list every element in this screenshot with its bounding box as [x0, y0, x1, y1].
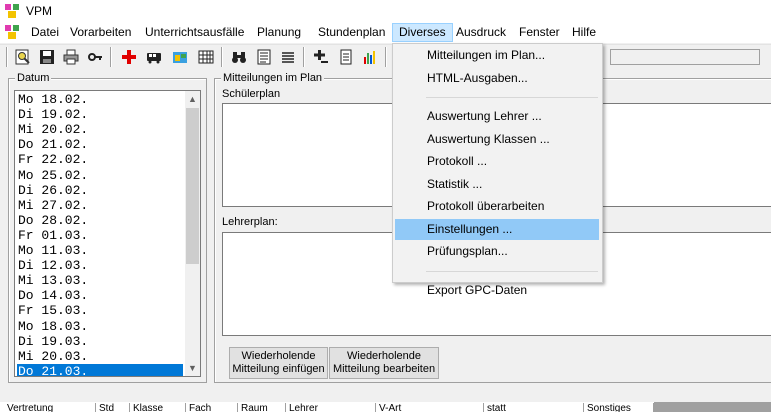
- dropdown-menu-item[interactable]: Export GPC-Daten: [395, 280, 599, 301]
- datum-label: Datum: [15, 71, 52, 85]
- button-line: Wiederholende: [241, 350, 316, 362]
- table-column-header[interactable]: statt: [484, 403, 584, 412]
- add-minus-icon[interactable]: [311, 47, 331, 67]
- menu-planung[interactable]: Planung: [251, 23, 307, 42]
- menu-hilfe[interactable]: Hilfe: [566, 23, 602, 42]
- date-list-item[interactable]: Do 21.02.: [17, 137, 183, 153]
- dropdown-menu-item[interactable]: Mitteilungen im Plan...: [395, 45, 599, 66]
- date-list-item[interactable]: Di 19.03.: [17, 334, 183, 350]
- wiederholende-mitteilung-bearbeiten-button[interactable]: Wiederholende Mitteilung bearbeiten: [329, 347, 439, 379]
- date-list-item[interactable]: Mo 11.03.: [17, 243, 183, 259]
- document-icon[interactable]: [336, 47, 356, 67]
- scroll-down-arrow-icon[interactable]: ▼: [185, 360, 200, 376]
- toolbar-separator: [110, 47, 112, 67]
- menu-vorarbeiten[interactable]: Vorarbeiten: [64, 23, 137, 42]
- date-list-item[interactable]: Di 19.02.: [17, 107, 183, 123]
- table-header-empty-area: [654, 402, 771, 412]
- binoculars-icon[interactable]: [229, 47, 249, 67]
- date-list-item[interactable]: Fr 01.03.: [17, 228, 183, 244]
- print-icon[interactable]: [61, 47, 81, 67]
- scrollbar-thumb[interactable]: [186, 108, 199, 264]
- app-icon: [5, 4, 19, 18]
- table-column-header[interactable]: Std: [96, 403, 130, 412]
- dropdown-menu-item[interactable]: HTML-Ausgaben...: [395, 68, 599, 89]
- date-list-item[interactable]: Mo 18.02.: [17, 92, 183, 108]
- button-line: Mitteilung einfügen: [232, 363, 325, 375]
- chart-icon[interactable]: [360, 47, 380, 67]
- table-column-header[interactable]: V-Art: [376, 403, 484, 412]
- table-column-header[interactable]: Lehrer: [286, 403, 376, 412]
- wiederholende-mitteilung-einfuegen-button[interactable]: Wiederholende Mitteilung einfügen: [229, 347, 328, 379]
- date-list-item[interactable]: Di 12.03.: [17, 258, 183, 274]
- date-list-item[interactable]: Do 14.03.: [17, 288, 183, 304]
- dropdown-menu-item[interactable]: Auswertung Klassen ...: [395, 129, 599, 150]
- date-list-item[interactable]: Mi 13.03.: [17, 273, 183, 289]
- schuelerplan-label: Schülerplan: [222, 88, 281, 100]
- mitteilungen-label: Mitteilungen im Plan: [221, 71, 325, 85]
- bus-icon[interactable]: [144, 47, 164, 67]
- title-bar: [0, 0, 771, 22]
- date-list-item[interactable]: Mi 20.02.: [17, 122, 183, 138]
- date-list-item[interactable]: Di 26.02.: [17, 183, 183, 199]
- search-icon[interactable]: [13, 47, 33, 67]
- table-column-header[interactable]: Vertretung: [4, 403, 96, 412]
- dropdown-menu-item[interactable]: Protokoll ...: [395, 151, 599, 172]
- menu-ausdruck[interactable]: Ausdruck: [450, 23, 512, 42]
- toolbar-separator: [303, 47, 305, 67]
- list-icon[interactable]: [254, 47, 274, 67]
- date-list-item[interactable]: Do 21.03.: [16, 362, 184, 376]
- dropdown-menu-item[interactable]: Protokoll überarbeiten: [395, 196, 599, 217]
- table-column-header[interactable]: Sonstiges: [584, 403, 654, 412]
- menu-unterrichtsausfaelle[interactable]: Unterrichtsausfälle: [139, 23, 250, 42]
- toolbar-separator: [221, 47, 223, 67]
- dropdown-menu-item[interactable]: Prüfungsplan...: [395, 241, 599, 262]
- menu-separator: [426, 97, 598, 98]
- menu-stundenplan[interactable]: Stundenplan: [312, 23, 391, 42]
- table-column-header[interactable]: Klasse: [130, 403, 186, 412]
- add-red-icon[interactable]: [119, 47, 139, 67]
- date-list-item[interactable]: Fr 22.02.: [17, 152, 183, 168]
- menu-fenster[interactable]: Fenster: [513, 23, 566, 42]
- schedule-icon[interactable]: [170, 47, 190, 67]
- grid-icon[interactable]: [196, 47, 216, 67]
- menu-separator: [426, 270, 598, 272]
- date-list-item[interactable]: Mo 25.02.: [17, 168, 183, 184]
- button-line: Mitteilung bearbeiten: [332, 363, 436, 375]
- button-line: Wiederholende: [347, 350, 421, 362]
- date-list-item[interactable]: Mi 20.03.: [17, 349, 183, 365]
- date-list-item[interactable]: Do 28.02.: [17, 213, 183, 229]
- window-title: VPM: [26, 4, 53, 18]
- key-icon[interactable]: [85, 47, 105, 67]
- save-icon[interactable]: [37, 47, 57, 67]
- toolbar-grip: [6, 47, 8, 67]
- dropdown-menu-item[interactable]: Auswertung Lehrer ...: [395, 106, 599, 127]
- dropdown-menu-item[interactable]: Statistik ...: [395, 174, 599, 195]
- toolbar-field[interactable]: [610, 49, 760, 65]
- scroll-up-arrow-icon[interactable]: ▲: [185, 91, 200, 107]
- dropdown-menu-item[interactable]: Einstellungen ...: [395, 218, 599, 240]
- system-menu-icon[interactable]: [4, 24, 20, 40]
- lines-icon[interactable]: [278, 47, 298, 67]
- lehrerplan-label: Lehrerplan:: [222, 216, 278, 228]
- date-list[interactable]: Mo 18.02. Di 19.02. Mi 20.02. Do 21.02. Fr 2…: [14, 90, 201, 377]
- toolbar-separator: [385, 47, 387, 67]
- menu-diverses[interactable]: Diverses: [392, 23, 453, 42]
- date-list-item[interactable]: Mi 27.02.: [17, 198, 183, 214]
- date-list-item[interactable]: Mo 18.03.: [17, 319, 183, 335]
- table-column-header[interactable]: Raum: [238, 403, 286, 412]
- date-list-item[interactable]: Fr 15.03.: [17, 303, 183, 319]
- menu-datei[interactable]: Datei: [25, 23, 65, 42]
- table-column-header[interactable]: Fach: [186, 403, 238, 412]
